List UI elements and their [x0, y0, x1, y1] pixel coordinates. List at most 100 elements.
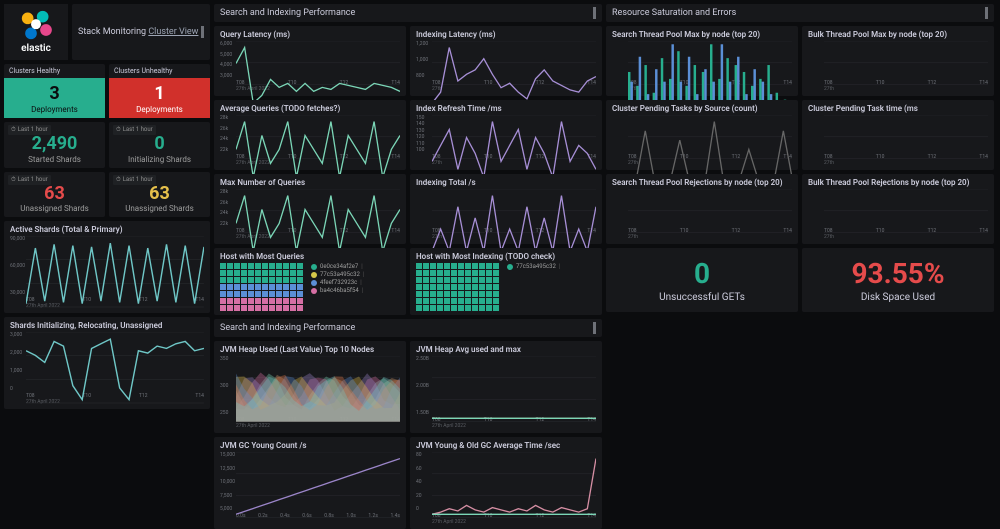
- panel-title: Cluster Pending Tasks by Source (count): [612, 104, 792, 113]
- brand-logo: elastic: [4, 4, 68, 60]
- panel-title: JVM GC Young Count /s: [220, 441, 400, 450]
- initializing-label: Initializing Shards: [128, 155, 191, 164]
- disk-space-panel: 93.55% Disk Space Used: [802, 248, 994, 312]
- cluster-pending-time-chart[interactable]: [808, 115, 988, 153]
- started-shards-value: 2,490: [32, 134, 78, 154]
- section-jvm: Search and Indexing Performance: [214, 319, 602, 337]
- jvm-heap-avg-panel: JVM Heap Avg used and max 2.50B2.00B1.50B…: [410, 341, 602, 433]
- host-queries-legend: 0e0ce34af2e7 |77c53a495c32 |4feef732923c…: [311, 263, 364, 295]
- host-indexing-heatmap[interactable]: [416, 263, 499, 311]
- avg-queries-chart[interactable]: 28k26k24k22k: [220, 115, 400, 153]
- shard-states-chart[interactable]: 3,0002,0001,0000: [10, 332, 204, 392]
- host-indexing-legend: 77c53a495c32 |: [507, 263, 560, 271]
- panel-title: Host with Most Indexing (TODO check): [416, 252, 596, 261]
- unassigned-shards-panel-1: ⏱Last 1 hour 63 Unassigned Shards: [4, 172, 105, 218]
- bulk-thread-rej-chart[interactable]: [808, 189, 988, 227]
- bulk-thread-max-chart[interactable]: [808, 41, 988, 79]
- host-queries-panel: Host with Most Queries 0e0ce34af2e7 |77c…: [214, 248, 406, 315]
- index-refresh-chart[interactable]: 150140130120110100: [416, 115, 596, 153]
- panel-title: Clusters Healthy: [4, 64, 105, 78]
- index-refresh-panel: Index Refresh Time /ms 150140130120110100…: [410, 100, 602, 170]
- search-thread-max-chart[interactable]: [612, 41, 792, 79]
- panel-title: Query Latency (ms): [220, 30, 400, 39]
- unsuccessful-gets-panel: 0 Unsuccessful GETs: [606, 248, 798, 312]
- clock-icon: ⏱: [11, 126, 16, 134]
- panel-title: Search Thread Pool Rejections by node (t…: [612, 178, 792, 187]
- jvm-young-old-chart[interactable]: 806040200: [416, 452, 596, 512]
- jvm-heap-top-panel: JVM Heap Used (Last Value) Top 10 Nodes 3…: [214, 341, 406, 433]
- unassigned2-label: Unassigned Shards: [125, 204, 194, 213]
- unsuccessful-gets-value: 0: [694, 257, 710, 290]
- brand-name: elastic: [19, 43, 53, 54]
- indexing-total-panel: Indexing Total /sT08T10T12T1427th: [410, 174, 602, 244]
- query-latency-chart[interactable]: 6,0005,0004,0003,000: [220, 41, 400, 79]
- cluster-view-link[interactable]: Cluster View: [148, 27, 198, 37]
- panel-title: Bulk Thread Pool Max by node (top 20): [808, 30, 988, 39]
- panel-title: Index Refresh Time /ms: [416, 104, 596, 113]
- cluster-pending-source-panel: Cluster Pending Tasks by Source (count)T…: [606, 100, 798, 170]
- unassigned1-label: Unassigned Shards: [20, 204, 89, 213]
- indexing-latency-chart[interactable]: 1,2001,000800: [416, 41, 596, 79]
- clock-icon: ⏱: [116, 126, 121, 134]
- unsuccessful-gets-label: Unsuccessful GETs: [659, 292, 745, 303]
- healthy-label: Deployments: [31, 105, 78, 114]
- panel-title: Indexing Total /s: [416, 178, 596, 187]
- cluster-pending-time-panel: Cluster Pending Task time (msT08T10T12T1…: [802, 100, 994, 170]
- disk-space-value: 93.55%: [851, 257, 944, 290]
- cluster-pending-source-chart[interactable]: [612, 115, 792, 153]
- elastic-logo-icon: [19, 10, 53, 40]
- jvm-young-old-panel: JVM Young & Old GC Average Time /sec 8060…: [410, 437, 602, 529]
- bulk-thread-rej-panel: Bulk Thread Pool Rejections by node (top…: [802, 174, 994, 244]
- indexing-total-chart[interactable]: [416, 189, 596, 227]
- panel-title: Indexing Latency (ms): [416, 30, 596, 39]
- panel-title: JVM Heap Used (Last Value) Top 10 Nodes: [220, 345, 400, 354]
- time-badge: ⏱Last 1 hour: [113, 125, 156, 135]
- clock-icon: ⏱: [11, 176, 16, 184]
- query-latency-panel: Query Latency (ms)6,0005,0004,0003,000T0…: [214, 26, 406, 96]
- panel-title: Shards Initializing, Relocating, Unassig…: [10, 321, 204, 330]
- unassigned1-value: 63: [44, 184, 65, 204]
- page-title: Stack Monitoring Cluster View: [72, 4, 210, 60]
- panel-title: Host with Most Queries: [220, 252, 400, 261]
- active-shards-chart[interactable]: 90,00060,00030,000: [10, 236, 204, 296]
- host-queries-heatmap[interactable]: [220, 263, 303, 311]
- panel-title: JVM Heap Avg used and max: [416, 345, 596, 354]
- time-badge: ⏱Last 1 hour: [8, 175, 51, 185]
- section-search-indexing: Search and Indexing Performance: [214, 4, 602, 22]
- time-badge: ⏱Last 1 hour: [113, 175, 156, 185]
- max-queries-panel: Max Number of Queries28k26k24k22kT08T10T…: [214, 174, 406, 244]
- search-thread-rej-panel: Search Thread Pool Rejections by node (t…: [606, 174, 798, 244]
- search-thread-max-panel: Search Thread Pool Max by node (top 20)T…: [606, 26, 798, 96]
- jvm-heap-top-chart[interactable]: 350300250: [220, 356, 400, 416]
- healthy-value: 3: [49, 84, 59, 104]
- disk-space-label: Disk Space Used: [861, 292, 935, 303]
- clock-icon: ⏱: [116, 176, 121, 184]
- bulk-thread-max-panel: Bulk Thread Pool Max by node (top 20)T08…: [802, 26, 994, 96]
- shard-states-chart-panel: Shards Initializing, Relocating, Unassig…: [4, 317, 210, 409]
- panel-title: Cluster Pending Task time (ms: [808, 104, 988, 113]
- initializing-value: 0: [154, 134, 164, 154]
- section-resource: Resource Saturation and Errors: [606, 4, 994, 22]
- unhealthy-value: 1: [154, 84, 164, 104]
- jvm-gc-young-panel: JVM GC Young Count /s 15,00012,50010,0007…: [214, 437, 406, 529]
- search-thread-rej-chart[interactable]: [612, 189, 792, 227]
- max-queries-chart[interactable]: 28k26k24k22k: [220, 189, 400, 227]
- panel-title: Active Shards (Total & Primary): [10, 225, 204, 234]
- unassigned2-value: 63: [149, 184, 170, 204]
- jvm-gc-young-chart[interactable]: 15,00012,50010,0007,5005,000: [220, 452, 400, 512]
- clusters-healthy-panel: Clusters Healthy 3 Deployments: [4, 64, 105, 118]
- active-shards-chart-panel: Active Shards (Total & Primary) 90,00060…: [4, 221, 210, 313]
- initializing-shards-panel: ⏱Last 1 hour 0 Initializing Shards: [109, 122, 210, 168]
- indexing-latency-panel: Indexing Latency (ms)1,2001,000800T08T10…: [410, 26, 602, 96]
- jvm-heap-avg-chart[interactable]: 2.50B2.00B1.50B: [416, 356, 596, 416]
- started-shards-panel: ⏱Last 1 hour 2,490 Started Shards: [4, 122, 105, 168]
- started-shards-label: Started Shards: [28, 155, 81, 164]
- host-indexing-panel: Host with Most Indexing (TODO check) 77c…: [410, 248, 602, 315]
- avg-queries-panel: Average Queries (TODO fetches?) 28k26k24k…: [214, 100, 406, 170]
- panel-title: Clusters Unhealthy: [109, 64, 210, 78]
- panel-title: Average Queries (TODO fetches?): [220, 104, 400, 113]
- unassigned-shards-panel-2: ⏱Last 1 hour 63 Unassigned Shards: [109, 172, 210, 218]
- time-badge: ⏱Last 1 hour: [8, 125, 51, 135]
- panel-title: Max Number of Queries: [220, 178, 400, 187]
- panel-title: JVM Young & Old GC Average Time /sec: [416, 441, 596, 450]
